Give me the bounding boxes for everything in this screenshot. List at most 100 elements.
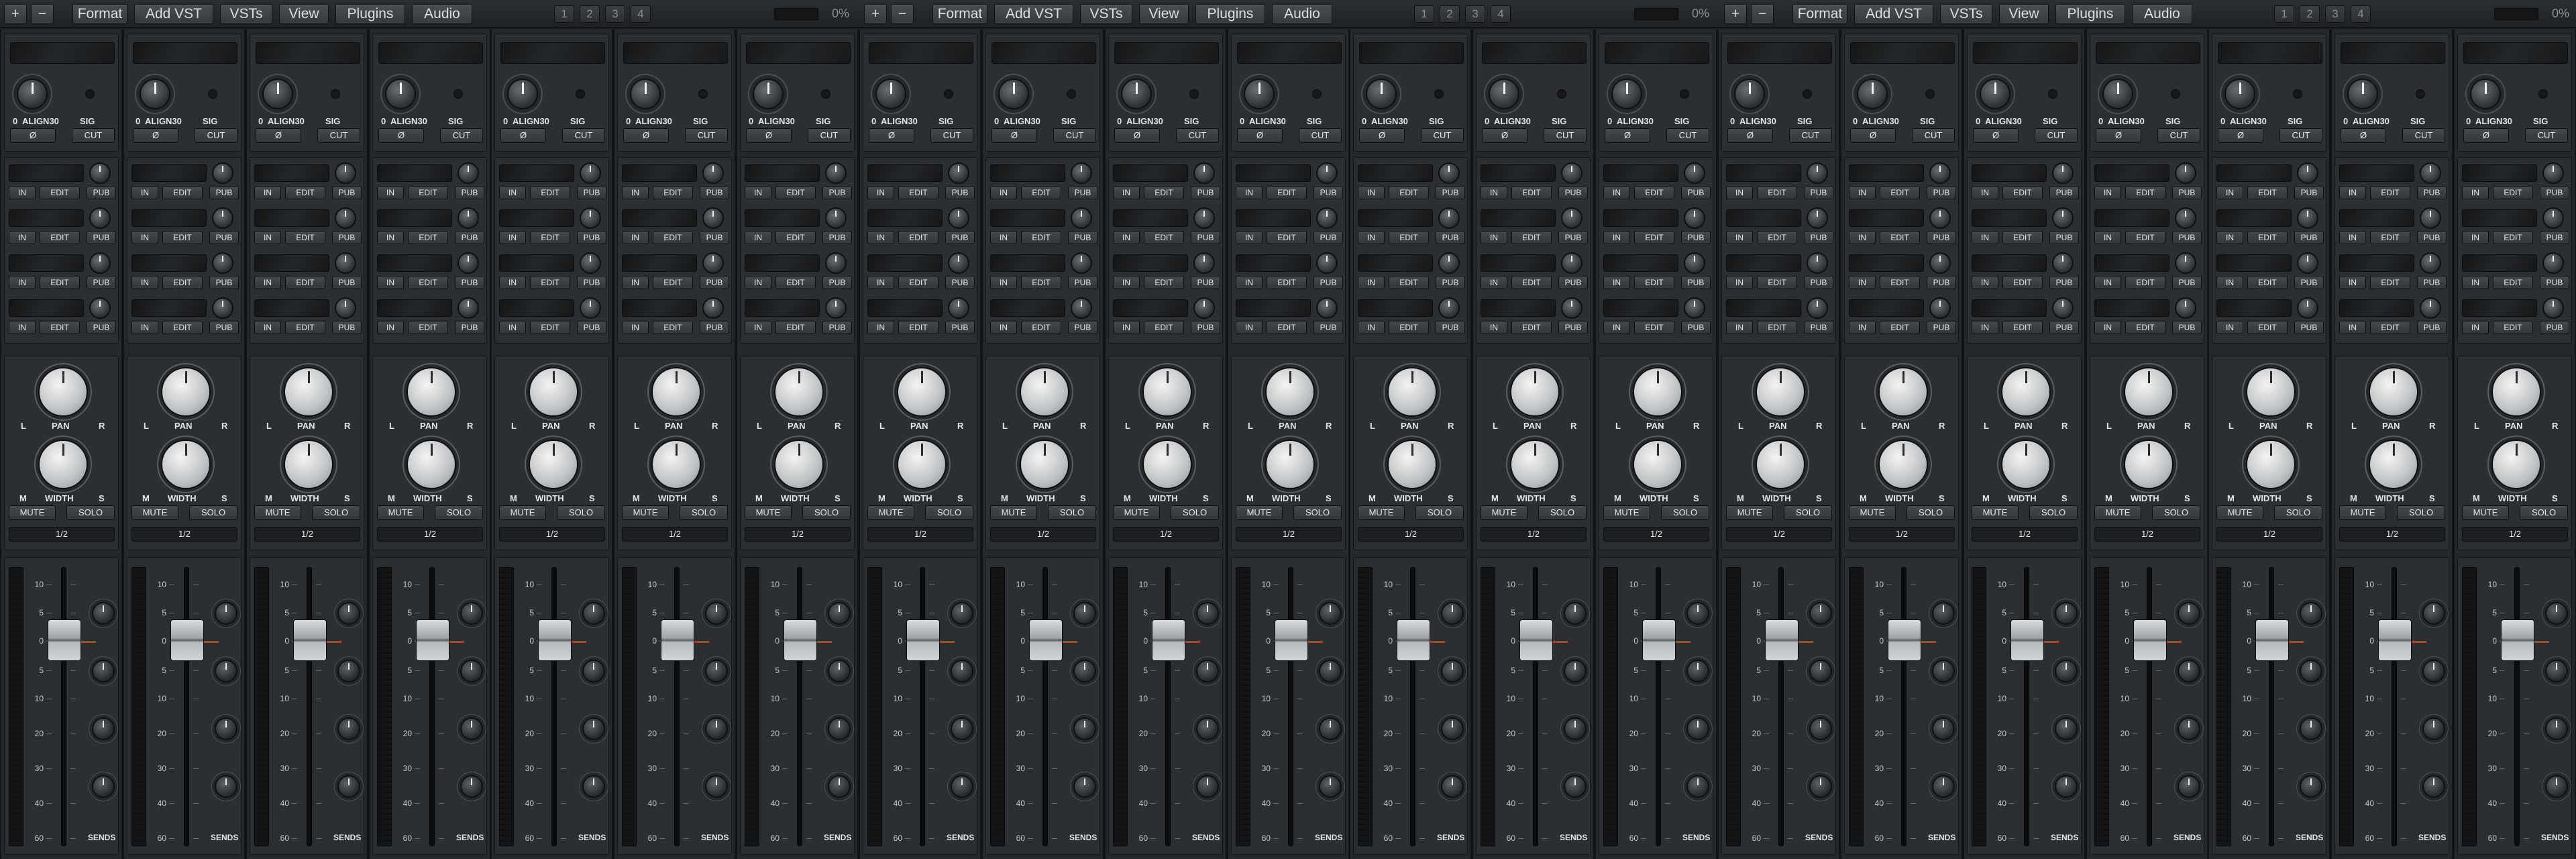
insert-knob[interactable] [1071,297,1092,319]
insert-edit-button[interactable]: EDIT [775,276,816,289]
send-knob[interactable] [92,775,115,798]
insert-edit-button[interactable]: EDIT [408,186,448,199]
gain-knob[interactable] [998,79,1029,109]
send-knob[interactable] [337,717,360,740]
insert-knob[interactable] [702,162,724,184]
send-knob[interactable] [92,660,115,683]
insert-slot-display[interactable] [990,209,1065,227]
remove-button[interactable]: − [1751,4,1774,24]
insert-in-button[interactable]: IN [1481,321,1507,334]
fader-track[interactable] [920,567,925,846]
insert-edit-button[interactable]: EDIT [775,321,816,334]
insert-pub-button[interactable]: PUB [455,321,484,334]
insert-knob[interactable] [580,162,601,184]
insert-edit-button[interactable]: EDIT [1634,321,1674,334]
channel-name-display[interactable] [1114,42,1219,64]
insert-edit-button[interactable]: EDIT [2125,186,2165,199]
insert-in-button[interactable]: IN [131,231,158,244]
insert-slot-display[interactable] [1113,164,1188,182]
insert-pub-button[interactable]: PUB [2540,276,2569,289]
insert-edit-button[interactable]: EDIT [1511,231,1552,244]
insert-knob[interactable] [1684,162,1705,184]
insert-knob[interactable] [1684,252,1705,274]
send-knob[interactable] [1441,660,1464,683]
width-knob[interactable] [1142,440,1192,489]
insert-knob[interactable] [2175,252,2196,274]
insert-knob[interactable] [335,297,356,319]
width-knob[interactable] [407,440,456,489]
insert-pub-button[interactable]: PUB [332,276,362,289]
insert-edit-button[interactable]: EDIT [1144,321,1184,334]
insert-edit-button[interactable]: EDIT [2247,321,2288,334]
send-knob[interactable] [1441,775,1464,798]
insert-in-button[interactable]: IN [1236,186,1263,199]
insert-in-button[interactable]: IN [2462,186,2489,199]
insert-slot-display[interactable] [1358,164,1433,182]
insert-edit-button[interactable]: EDIT [1267,321,1307,334]
insert-slot-display[interactable] [1726,164,1801,182]
insert-edit-button[interactable]: EDIT [1511,321,1552,334]
toolbar-button-vsts[interactable]: VSTs [220,4,272,24]
insert-edit-button[interactable]: EDIT [1021,231,1061,244]
send-knob[interactable] [582,717,605,740]
insert-edit-button[interactable]: EDIT [1389,186,1429,199]
insert-knob[interactable] [2297,252,2318,274]
insert-knob[interactable] [1561,162,1582,184]
fader-track[interactable] [1288,567,1293,846]
insert-in-button[interactable]: IN [745,321,771,334]
send-knob[interactable] [215,660,237,683]
insert-in-button[interactable]: IN [1849,276,1876,289]
phase-button[interactable]: Ø [133,128,178,143]
insert-knob[interactable] [2542,297,2564,319]
insert-pub-button[interactable]: PUB [822,231,852,244]
insert-knob[interactable] [825,162,847,184]
insert-pub-button[interactable]: PUB [1681,321,1711,334]
pan-knob[interactable] [2246,367,2296,417]
insert-in-button[interactable]: IN [9,276,36,289]
send-knob[interactable] [828,717,851,740]
fader-track[interactable] [61,567,66,846]
pan-knob[interactable] [651,367,701,417]
routing-button[interactable]: 1/2 [1603,527,1709,542]
insert-edit-button[interactable]: EDIT [408,231,448,244]
phase-button[interactable]: Ø [1237,128,1283,143]
width-knob[interactable] [651,440,701,489]
insert-slot-display[interactable] [2339,299,2414,317]
send-knob[interactable] [705,602,728,625]
channel-name-display[interactable] [1727,42,1832,64]
insert-slot-display[interactable] [867,209,943,227]
insert-pub-button[interactable]: PUB [1804,276,1833,289]
insert-knob[interactable] [1561,252,1582,274]
send-knob[interactable] [337,775,360,798]
send-knob[interactable] [1196,602,1219,625]
insert-edit-button[interactable]: EDIT [1267,186,1307,199]
insert-pub-button[interactable]: PUB [455,276,484,289]
insert-edit-button[interactable]: EDIT [1634,231,1674,244]
insert-knob[interactable] [2420,252,2441,274]
send-knob[interactable] [951,775,973,798]
gain-knob[interactable] [1121,79,1152,109]
insert-in-button[interactable]: IN [2339,321,2366,334]
toolbar-button-view[interactable]: View [1999,4,2049,24]
insert-knob[interactable] [825,297,847,319]
insert-slot-display[interactable] [499,209,574,227]
insert-knob[interactable] [212,297,233,319]
insert-pub-button[interactable]: PUB [700,186,729,199]
cut-button[interactable]: CUT [1912,128,1955,143]
insert-in-button[interactable]: IN [1726,231,1753,244]
insert-knob[interactable] [825,207,847,229]
insert-in-button[interactable]: IN [1849,186,1876,199]
phase-button[interactable]: Ø [378,128,424,143]
fader-track[interactable] [2024,567,2029,846]
toolbar-button-plugins[interactable]: Plugins [335,4,405,24]
insert-in-button[interactable]: IN [2094,321,2121,334]
insert-in-button[interactable]: IN [2462,276,2489,289]
insert-slot-display[interactable] [2462,209,2537,227]
toolbar-button-vsts[interactable]: VSTs [1940,4,1992,24]
cut-button[interactable]: CUT [2035,128,2078,143]
remove-button[interactable]: − [891,4,914,24]
insert-edit-button[interactable]: EDIT [40,186,80,199]
insert-edit-button[interactable]: EDIT [775,186,816,199]
solo-button[interactable]: SOLO [2520,505,2568,520]
insert-in-button[interactable]: IN [1481,231,1507,244]
